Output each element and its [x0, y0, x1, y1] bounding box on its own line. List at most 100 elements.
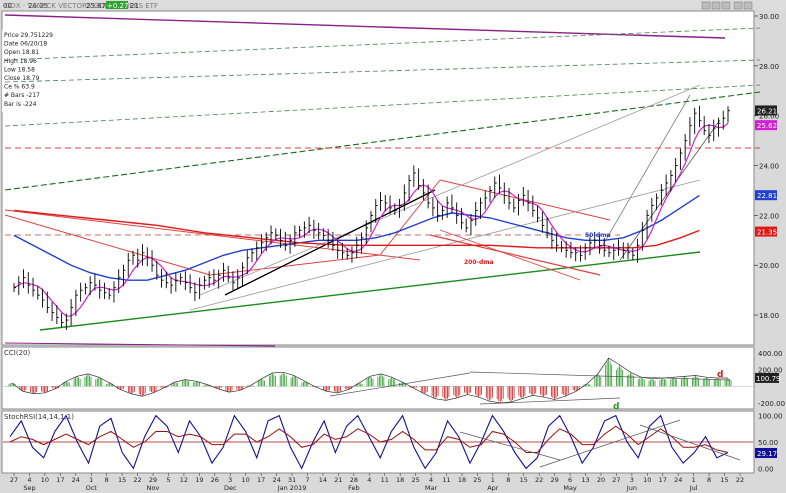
month-label: May	[563, 484, 577, 492]
date-tick-label: 3	[228, 476, 232, 484]
price-marker-label: 25.62	[757, 122, 777, 130]
date-tick-label: 18	[396, 476, 404, 484]
date-tick-label: 10	[242, 476, 250, 484]
date-tick-label: 21	[334, 476, 342, 484]
date-tick-label: 1	[491, 476, 495, 484]
date-tick-label: 15	[720, 476, 728, 484]
date-tick-label: 22	[133, 476, 141, 484]
date-tick-label: 27	[612, 476, 620, 484]
ma200-label: 200-dma	[464, 259, 494, 266]
stoch-tick-label: 0.00	[758, 465, 774, 473]
price-marker-label: 26.21	[757, 107, 777, 115]
info-line: Bar is -224	[4, 101, 37, 108]
date-tick-label: 28	[350, 476, 358, 484]
month-label: Dec	[224, 484, 237, 492]
stoch-tick-label: 100.00	[758, 413, 783, 421]
stochrsi-title: StochRSI(14,14,1,1)	[4, 413, 74, 421]
date-tick-label: 17	[257, 476, 265, 484]
cci-divergence-d-red: d	[717, 370, 723, 380]
minimize-button[interactable]	[733, 1, 743, 10]
date-tick-label: 31	[288, 476, 296, 484]
month-label: Jan 2019	[277, 484, 307, 492]
date-tick-label: 15	[520, 476, 528, 484]
date-tick-label: 11	[442, 476, 450, 484]
date-tick-label: 18	[458, 476, 466, 484]
date-tick-label: 5	[166, 476, 170, 484]
date-tick-label: 15	[118, 476, 126, 484]
header-bar: 00 26.25 GDX - VANECK VECTORS GOLD MINER…	[0, 0, 786, 10]
info-line: Open 18.81	[4, 49, 39, 56]
date-tick-label: 19	[195, 476, 203, 484]
date-tick-label: 8	[707, 476, 711, 484]
info-line: Close 18.79	[4, 75, 40, 82]
close-button[interactable]	[743, 1, 753, 10]
stoch-tick-label: 50.00	[758, 439, 778, 447]
date-tick-label: 22	[736, 476, 744, 484]
date-tick-label: 14	[319, 476, 327, 484]
cci-tick-label: -200.00	[758, 400, 785, 408]
price-panel	[1, 10, 755, 346]
stoch-marker-label: 29.17	[757, 450, 777, 458]
date-tick-label: 6	[568, 476, 572, 484]
month-label: Nov	[147, 484, 160, 492]
date-tick-label: 24	[674, 476, 682, 484]
toolbar-button-2[interactable]	[711, 1, 721, 10]
window-controls[interactable]	[701, 1, 753, 10]
date-tick-label: 8	[506, 476, 510, 484]
date-tick-label: 24	[72, 476, 80, 484]
date-tick-label: 25	[473, 476, 481, 484]
date-tick-label: 17	[659, 476, 667, 484]
date-tick-label: 1	[692, 476, 696, 484]
cci-title: CCI(20)	[4, 349, 30, 357]
info-line: Date 06/20/18	[4, 41, 47, 48]
date-tick-label: 12	[180, 476, 188, 484]
date-tick-label: 11	[381, 476, 389, 484]
cci-tick-label: 400.00	[758, 350, 783, 358]
info-box: Price 29.751229Date 06/20/18Open 18.81Hi…	[2, 30, 53, 112]
price-tick-label: 20.00	[759, 262, 779, 270]
quote-volume: 21	[130, 2, 139, 10]
date-tick-label: 20	[597, 476, 605, 484]
month-label: Jun	[626, 484, 637, 492]
price-marker-label: 22.81	[757, 192, 777, 200]
price-tick-label: 24.00	[759, 163, 779, 171]
month-label: Apr	[487, 484, 499, 492]
month-label: Feb	[348, 484, 360, 492]
cci-divergence-d-green: d	[613, 402, 619, 412]
date-tick-label: 29	[149, 476, 157, 484]
date-tick-label: 22	[535, 476, 543, 484]
cci-marker-label: 100.79	[756, 375, 781, 383]
price-tick-label: 18.00	[759, 312, 779, 320]
price-tick-label: 22.00	[759, 212, 779, 220]
info-line: # Bars -217	[4, 92, 40, 99]
price-tick-label: 30.00	[759, 13, 779, 21]
toolbar-button-3[interactable]	[721, 1, 731, 10]
month-label: Sep	[23, 484, 35, 492]
price-tick-label: 28.00	[759, 63, 779, 71]
date-tick-label: 13	[581, 476, 589, 484]
price-marker-label: 21.35	[757, 229, 777, 237]
toolbar-button-1[interactable]	[701, 1, 711, 10]
date-tick-label: 24	[272, 476, 280, 484]
date-tick-label: 4	[27, 476, 31, 484]
info-line: Ce % 63.9	[4, 84, 35, 91]
ma50-label: 50-dma	[585, 232, 610, 239]
info-line: Low 18.58	[4, 66, 35, 73]
date-tick-label: 8	[105, 476, 109, 484]
quote-low: 25.87	[86, 2, 106, 10]
date-tick-label: 10	[41, 476, 49, 484]
date-tick-label: 10	[643, 476, 651, 484]
date-tick-label: 7	[305, 476, 309, 484]
date-tick-label: 25	[411, 476, 419, 484]
date-tick-label: 29	[550, 476, 558, 484]
date-tick-label: 1	[89, 476, 93, 484]
date-tick-label: 4	[429, 476, 433, 484]
month-label: Mar	[425, 484, 438, 492]
date-tick-label: 3	[630, 476, 634, 484]
quote-change: +0.27	[107, 2, 128, 10]
date-tick-label: 26	[211, 476, 219, 484]
date-tick-label: 4	[367, 476, 371, 484]
date-tick-label: 27	[10, 476, 18, 484]
date-tick-label: 17	[56, 476, 64, 484]
chart-root: 00 26.25 GDX - VANECK VECTORS GOLD MINER…	[0, 0, 786, 493]
